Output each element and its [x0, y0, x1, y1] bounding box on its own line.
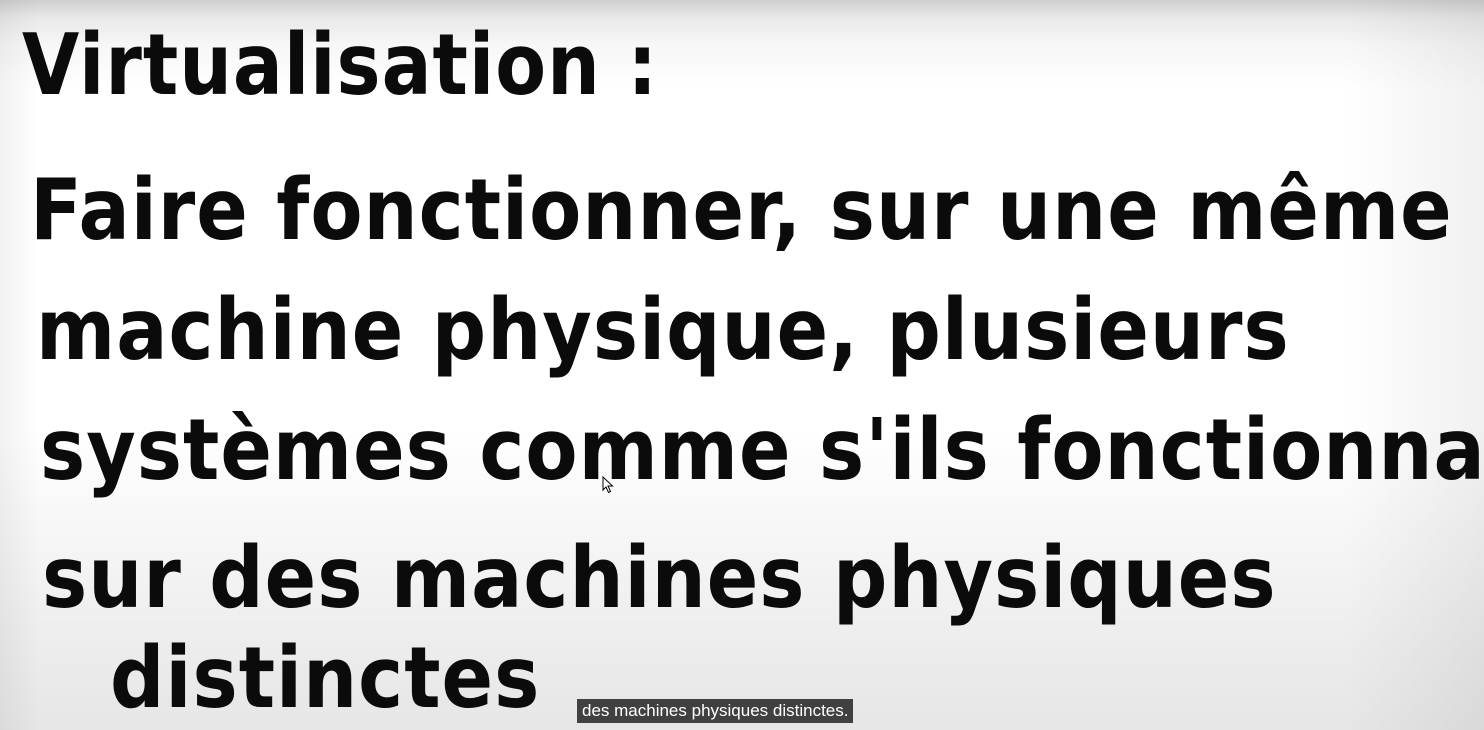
handwritten-line: machine physique, plusieurs	[36, 279, 1290, 380]
handwritten-line: distinctes	[110, 627, 541, 728]
mouse-pointer-icon	[602, 476, 614, 494]
handwritten-line: Faire fonctionner, sur une même	[30, 159, 1453, 260]
handwritten-title: Virtualisation :	[22, 15, 659, 115]
frame-shading-right	[1344, 0, 1484, 730]
handwritten-line: systèmes comme s'ils fonctionnaient	[40, 399, 1484, 500]
video-frame[interactable]: Virtualisation : Faire fonctionner, sur …	[0, 0, 1484, 730]
subtitle-caption: des machines physiques distinctes.	[577, 699, 854, 723]
handwritten-line: sur des machines physiques	[42, 527, 1277, 628]
